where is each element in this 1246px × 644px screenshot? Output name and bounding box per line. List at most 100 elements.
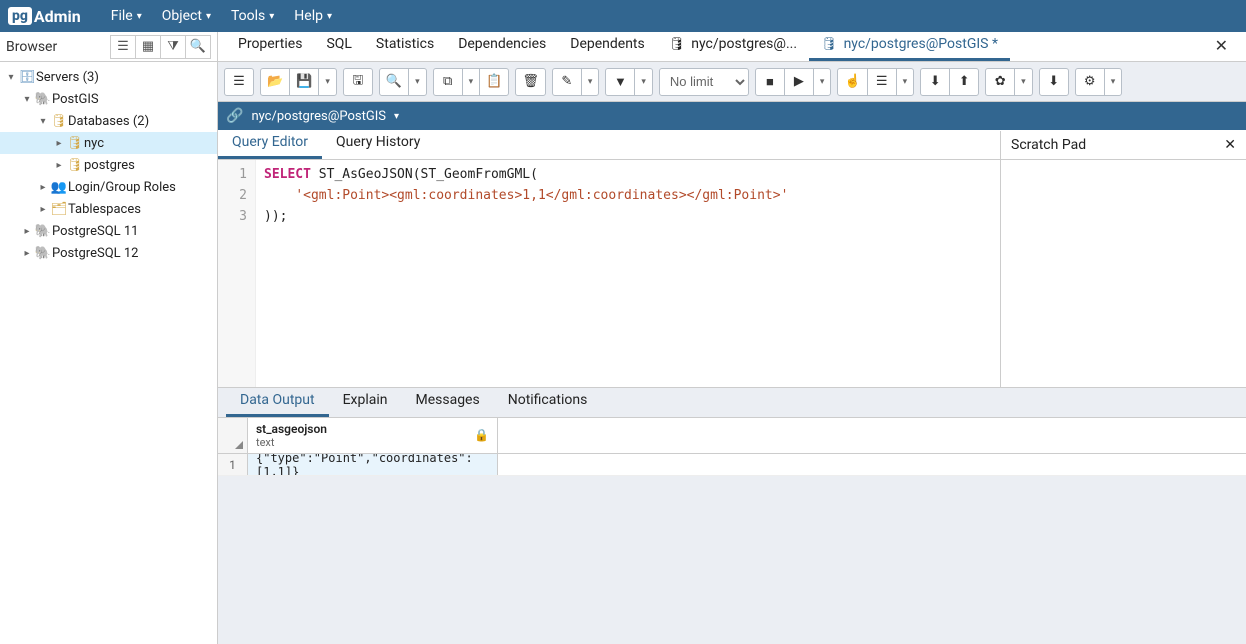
tb-filter-dd[interactable]: ▾ [634,68,653,96]
browser-btn-props[interactable]: ☰ [110,35,136,59]
tree-servers[interactable]: ▾🗄Servers (3) [0,66,217,88]
scratch-pad[interactable] [1000,160,1246,387]
tb-edit-dd[interactable]: ▾ [581,68,600,96]
settings-icon: ⚙ [1084,74,1096,89]
tb-download[interactable]: ⬇ [1039,68,1069,96]
tb-save[interactable]: 💾 [289,68,319,96]
connection-label[interactable]: nyc/postgres@PostGIS [251,109,386,124]
tb-explain[interactable]: ☝ [837,68,867,96]
grid-column-header[interactable]: st_asgeojson text 🔒 [248,418,498,453]
menu-object[interactable]: Object ▾ [152,8,221,24]
tab-dependencies[interactable]: Dependencies [446,32,558,61]
collapse-icon[interactable]: ▾ [20,94,34,105]
tb-clear-dd[interactable]: ▾ [1014,68,1033,96]
chevron-down-icon: ▾ [903,77,908,87]
tree-postgis[interactable]: ▾🐘PostGIS [0,88,217,110]
grid-corner[interactable] [218,418,248,453]
chevron-down-icon: ▾ [269,11,274,22]
browser-btn-filter[interactable]: ⧩ [160,35,186,59]
menu-help[interactable]: Help▾ [284,8,342,24]
menu-tools[interactable]: Tools ▾ [221,8,284,24]
tree-pg11[interactable]: ▸🐘PostgreSQL 11 [0,220,217,242]
tab-query-1[interactable]: 🛢nyc/postgres@... [657,32,809,61]
tree-pg12[interactable]: ▸🐘PostgreSQL 12 [0,242,217,264]
grid-row[interactable]: 1 {"type":"Point","coordinates":[1,1]} [218,454,1246,476]
tb-saveas[interactable]: 🖫 [343,68,373,96]
tb-explain-dd[interactable]: ▾ [896,68,915,96]
tab-data-output[interactable]: Data Output [226,386,329,417]
tb-rollback[interactable]: ⬆ [949,68,979,96]
tb-find[interactable]: 🔍 [379,68,409,96]
tree-db-nyc[interactable]: ▸🛢nyc [0,132,217,154]
main-split: Browser ☰ ▦ ⧩ 🔍 ▾🗄Servers (3) ▾🐘PostGIS … [0,32,1246,644]
tab-sql[interactable]: SQL [314,32,363,61]
chevron-down-icon: ▾ [588,77,593,87]
menu-help-label: Help [294,8,323,24]
expand-icon[interactable]: ▸ [20,248,34,259]
tb-paste[interactable]: 📋 [479,68,509,96]
chevron-down-icon[interactable]: ▾ [394,111,399,122]
menu-tools-label: Tools [231,8,265,24]
collapse-icon[interactable]: ▾ [4,72,18,83]
browser-btn-grid[interactable]: ▦ [135,35,161,59]
browser-btn-search[interactable]: 🔍 [185,35,211,59]
close-icon[interactable]: ✕ [1224,137,1236,153]
tb-save-dd[interactable]: ▾ [318,68,337,96]
expand-icon[interactable]: ▸ [36,204,50,215]
tb-copy[interactable]: ⧉ [433,68,463,96]
tb-macros[interactable]: ⚙ [1075,68,1105,96]
expand-icon[interactable]: ▸ [36,182,50,193]
result-grid: st_asgeojson text 🔒 1 {"type":"Point","c… [218,418,1246,644]
chevron-down-icon: ▾ [206,11,211,22]
sql-indent [264,188,295,203]
tb-limit-select[interactable]: No limit [659,68,749,96]
tab-query-2[interactable]: 🛢nyc/postgres@PostGIS * [809,32,1010,61]
tb-stop[interactable]: ■ [755,68,785,96]
line-number: 2 [218,185,247,206]
menu-object-label: Object [162,8,202,24]
sql-editor[interactable]: 1 2 3 SELECT ST_AsGeoJSON(ST_GeomFromGML… [218,160,1000,387]
pointer-icon: ☝ [844,74,860,89]
editor-area: 1 2 3 SELECT ST_AsGeoJSON(ST_GeomFromGML… [218,160,1246,388]
tree-db-postgres[interactable]: ▸🛢postgres [0,154,217,176]
collapse-icon[interactable]: ▾ [36,116,50,127]
tb-explain-analyze[interactable]: ☰ [867,68,897,96]
expand-icon[interactable]: ▸ [52,138,66,149]
tab-query-editor[interactable]: Query Editor [218,128,322,159]
tab-query-history[interactable]: Query History [322,128,434,159]
folder-open-icon: 📂 [267,74,283,89]
tab-close-button[interactable]: ✕ [1205,32,1238,61]
tb-filter[interactable]: ▼ [605,68,635,96]
menu-file[interactable]: File▾ [101,8,152,24]
grid-cell[interactable]: {"type":"Point","coordinates":[1,1]} [248,454,498,475]
code-content[interactable]: SELECT ST_AsGeoJSON(ST_GeomFromGML( '<gm… [256,160,1000,387]
tree-databases[interactable]: ▾🛢Databases (2) [0,110,217,132]
tree-roles[interactable]: ▸👥Login/Group Roles [0,176,217,198]
tb-find-dd[interactable]: ▾ [408,68,427,96]
tab-dependents[interactable]: Dependents [558,32,656,61]
tab-messages[interactable]: Messages [401,386,493,417]
tb-execute-dd[interactable]: ▾ [813,68,832,96]
tb-edit[interactable]: ✎ [552,68,582,96]
tb-execute[interactable]: ▶ [784,68,814,96]
app-name: Admin [34,7,81,26]
tb-clear[interactable]: ✿ [985,68,1015,96]
tab-properties[interactable]: Properties [226,32,314,61]
tb-copy-dd[interactable]: ▾ [462,68,481,96]
tb-delete[interactable]: 🗑 [515,68,546,96]
tab-explain[interactable]: Explain [329,386,402,417]
tab-notifications[interactable]: Notifications [494,386,602,417]
tb-open[interactable]: 📂 [260,68,290,96]
chevron-down-icon: ▾ [137,11,142,22]
browser-panel: Browser ☰ ▦ ⧩ 🔍 ▾🗄Servers (3) ▾🐘PostGIS … [0,32,218,644]
elephant-icon: 🐘 [34,246,52,261]
tb-refresh[interactable]: ☰ [224,68,254,96]
tree-tablespaces[interactable]: ▸🗂Tablespaces [0,198,217,220]
tb-commit[interactable]: ⬇ [920,68,950,96]
tab-label: nyc/postgres@PostGIS * [844,36,998,52]
tb-macros-dd[interactable]: ▾ [1104,68,1123,96]
sql-string: '<gml:Point><gml:coordinates>1,1</gml:co… [295,188,788,203]
expand-icon[interactable]: ▸ [20,226,34,237]
tab-statistics[interactable]: Statistics [364,32,446,61]
expand-icon[interactable]: ▸ [52,160,66,171]
